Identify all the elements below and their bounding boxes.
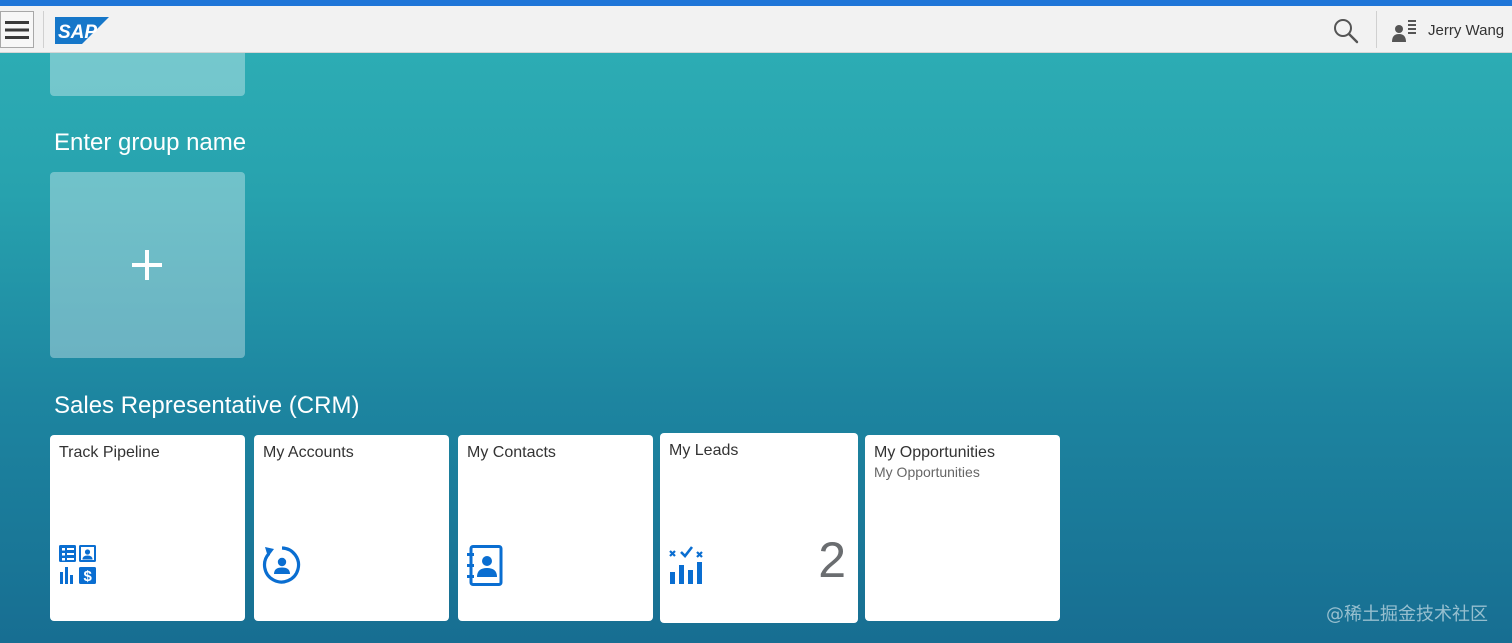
shell-separator xyxy=(1376,11,1377,48)
address-book-icon xyxy=(467,545,503,586)
pipeline-composite-icon: $ xyxy=(59,545,96,585)
menu-button[interactable] xyxy=(0,11,34,48)
tile-title: My Contacts xyxy=(467,444,556,461)
tile-my-accounts[interactable]: My Accounts xyxy=(254,435,449,621)
tile-subtitle: My Opportunities xyxy=(874,464,980,480)
user-profile-icon xyxy=(1392,20,1416,42)
menu-icon xyxy=(5,21,29,39)
tile-title: My Opportunities xyxy=(874,444,995,461)
sap-logo[interactable]: SAP xyxy=(55,17,109,49)
plus-icon xyxy=(132,250,162,280)
search-icon xyxy=(1334,19,1359,44)
tile-my-leads[interactable]: My Leads 2 xyxy=(660,433,858,623)
tile-track-pipeline[interactable]: Track Pipeline $ xyxy=(50,435,245,621)
user-menu[interactable]: Jerry Wang xyxy=(1392,16,1504,44)
partial-tile[interactable] xyxy=(50,53,245,96)
shell-separator xyxy=(43,11,44,48)
tile-title: My Accounts xyxy=(263,444,354,461)
account-refresh-icon xyxy=(262,546,301,584)
user-name: Jerry Wang xyxy=(1428,21,1505,39)
shell-bar: SAP Jerry Wang xyxy=(0,6,1512,53)
leads-chart-icon xyxy=(669,546,703,584)
tile-count: 2 xyxy=(818,532,846,588)
watermark: @稀土掘金技术社区 xyxy=(1326,604,1488,625)
group-title[interactable]: Enter group name xyxy=(54,129,246,157)
tile-title: Track Pipeline xyxy=(59,444,160,461)
tile-my-contacts[interactable]: My Contacts xyxy=(458,435,653,621)
group-title: Sales Representative (CRM) xyxy=(54,392,360,419)
svg-text:$: $ xyxy=(84,568,93,585)
search-button[interactable] xyxy=(1333,18,1359,49)
sap-logo-text: SAP xyxy=(58,22,97,43)
tile-my-opportunities[interactable]: My Opportunities My Opportunities xyxy=(865,435,1060,621)
add-tile-button[interactable] xyxy=(50,172,245,358)
tile-title: My Leads xyxy=(669,442,739,459)
